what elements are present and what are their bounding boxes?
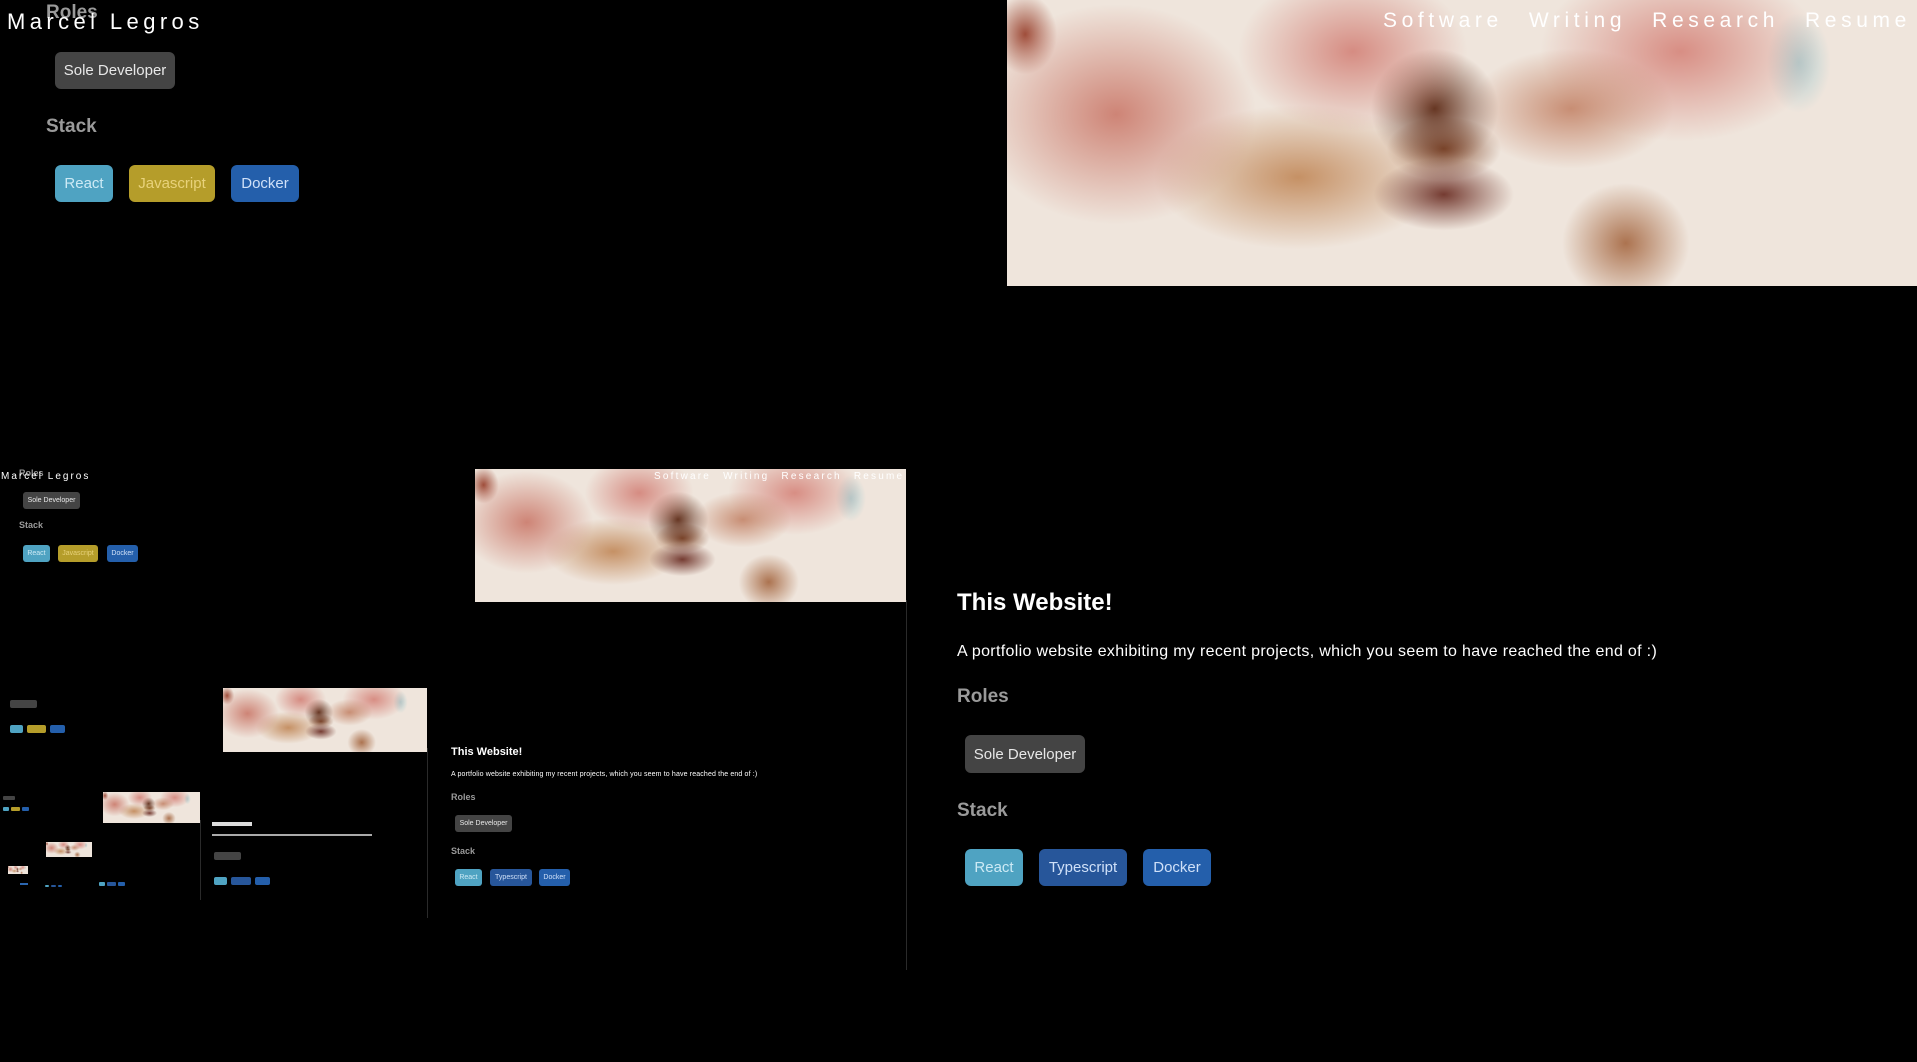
preview-project-stack-docker: Docker <box>539 869 570 886</box>
nav-resume[interactable]: Resume <box>1805 9 1911 33</box>
preview2-stack-javascript <box>27 725 46 733</box>
recursive-preview-5 <box>0 866 45 896</box>
project-description: A portfolio website exhibiting my recent… <box>957 643 1658 660</box>
project-stack-docker: Docker <box>1143 849 1211 886</box>
project-roles-heading: Roles <box>957 686 1009 707</box>
preview-hero-image <box>475 469 906 602</box>
preview2-hero-image <box>223 688 427 752</box>
recursive-preview-1: Roles Sole Developer Stack React Javascr… <box>0 468 906 970</box>
preview-project-stack-heading: Stack <box>451 846 476 856</box>
stack-tag-react: React <box>55 165 113 202</box>
preview4-react <box>45 885 49 887</box>
preview-stack-react: React <box>23 545 50 562</box>
preview2-role-tag <box>10 700 37 708</box>
preview3-react <box>3 807 9 811</box>
preview4-hero-image <box>46 842 92 857</box>
preview-project-roles-heading: Roles <box>451 792 476 802</box>
preview-nav-software: Software <box>654 471 712 482</box>
stack-tag-javascript: Javascript <box>129 165 215 202</box>
preview2-divider <box>200 820 201 900</box>
preview2-stack-react <box>10 725 23 733</box>
preview-role-tag: Sole Developer <box>23 492 80 509</box>
recursive-preview-3 <box>0 792 200 912</box>
preview2-title-line <box>212 822 252 826</box>
nav-research[interactable]: Research <box>1652 9 1779 33</box>
preview2-project-react <box>214 877 227 885</box>
hero-watercolor-image <box>1007 0 1917 286</box>
preview-project-stack-typescript: Typescript <box>490 869 532 886</box>
preview-nav: Software Writing Research Resume <box>654 471 904 482</box>
project-stack-typescript: Typescript <box>1039 849 1127 886</box>
site-name[interactable]: Marcel Legros <box>7 9 204 35</box>
preview-nav-writing: Writing <box>723 471 770 482</box>
preview3-docker <box>22 807 29 811</box>
preview3-project-react <box>99 882 105 886</box>
preview-stack-javascript: Javascript <box>58 545 98 562</box>
main-nav: Software Writing Research Resume <box>1383 9 1911 33</box>
preview-project-stack-react: React <box>455 869 482 886</box>
preview4-docker <box>58 885 62 887</box>
preview2-desc-line <box>212 834 372 836</box>
preview2-project-docker <box>255 877 270 885</box>
preview2-stack-docker <box>50 725 65 733</box>
role-tag-sole-developer: Sole Developer <box>55 52 175 89</box>
preview3-js <box>11 807 20 811</box>
preview-project-description: A portfolio website exhibiting my recent… <box>451 771 758 778</box>
project-title: This Website! <box>957 589 1113 616</box>
preview-nav-research: Research <box>781 471 842 482</box>
preview5-hero-image <box>8 866 28 874</box>
project-stack-heading: Stack <box>957 800 1008 821</box>
preview2-project-role <box>214 852 241 860</box>
preview-nav-resume: Resume <box>853 471 905 482</box>
preview5-tags <box>20 883 28 885</box>
preview-stack-heading: Stack <box>19 520 44 530</box>
nav-writing[interactable]: Writing <box>1529 9 1626 33</box>
preview-project-title: This Website! <box>451 746 523 758</box>
project-role-tag: Sole Developer <box>965 735 1085 773</box>
preview3-hero-image <box>103 792 200 823</box>
recursive-preview-4 <box>0 842 95 902</box>
preview3-project-docker <box>118 882 125 886</box>
preview3-project-ts <box>107 882 116 886</box>
preview-site-name: Marcel Legros <box>1 471 91 482</box>
recursive-preview-2 <box>0 688 428 928</box>
preview-project-role-tag: Sole Developer <box>455 815 512 832</box>
project-stack-react: React <box>965 849 1023 886</box>
preview3-role-tag <box>3 796 15 800</box>
stack-tag-docker: Docker <box>231 165 299 202</box>
preview-stack-docker: Docker <box>107 545 138 562</box>
preview2-project-typescript <box>231 877 251 885</box>
stack-heading: Stack <box>46 116 97 137</box>
preview4-ts <box>51 885 56 887</box>
nav-software[interactable]: Software <box>1383 9 1503 33</box>
content-divider <box>906 600 907 970</box>
